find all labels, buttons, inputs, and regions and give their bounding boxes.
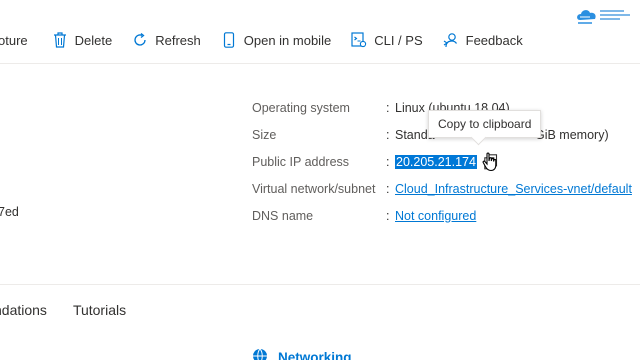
vnet-link[interactable]: Cloud_Infrastructure_Services-vnet/defau… [395, 182, 632, 196]
trash-icon [52, 32, 68, 48]
copy-tooltip: Copy to clipboard [428, 110, 542, 146]
cli-ps-label: CLI / PS [374, 32, 423, 48]
cli-icon [351, 32, 367, 48]
delete-button[interactable]: Delete [42, 24, 123, 56]
overview-tabs: ndations Tutorials [0, 302, 126, 318]
capture-label: oture [0, 32, 28, 48]
property-colon: : [386, 208, 390, 223]
feedback-button[interactable]: Feedback [433, 24, 533, 56]
toolbar-divider [0, 63, 640, 64]
property-label: Public IP address [252, 154, 350, 169]
open-in-mobile-label: Open in mobile [243, 32, 332, 48]
command-bar: oture Delete Refresh Open in mobile CLI … [0, 24, 560, 56]
mobile-icon [221, 32, 237, 48]
open-in-mobile-button[interactable]: Open in mobile [211, 24, 341, 56]
property-dns-name: DNS name : Not configured [252, 202, 632, 229]
public-ip-value[interactable]: 20.205.21.174 [395, 154, 477, 169]
refresh-button[interactable]: Refresh [122, 24, 211, 56]
resource-id-fragment: 7ed [0, 205, 19, 219]
feedback-icon [443, 32, 459, 48]
property-colon: : [386, 181, 390, 196]
property-colon: : [386, 154, 390, 169]
property-label: Virtual network/subnet [252, 181, 376, 196]
tooltip-text: Copy to clipboard [438, 117, 532, 131]
cli-ps-button[interactable]: CLI / PS [341, 24, 432, 56]
dns-configure-link[interactable]: Not configured [395, 209, 476, 223]
property-label: DNS name [252, 208, 314, 223]
refresh-label: Refresh [155, 32, 201, 48]
feedback-label: Feedback [465, 32, 523, 48]
section-divider [0, 284, 640, 285]
networking-label: Networking [278, 350, 352, 360]
tab-tutorials[interactable]: Tutorials [73, 302, 126, 318]
vm-overview-page: oture Delete Refresh Open in mobile CLI … [0, 0, 640, 360]
property-value-tail: GiB memory) [535, 127, 609, 142]
delete-label: Delete [74, 32, 113, 48]
networking-icon [252, 348, 268, 360]
brand-logo [574, 4, 634, 26]
property-label: Operating system [252, 100, 350, 115]
property-colon: : [386, 100, 390, 115]
hand-cursor-icon [482, 152, 500, 172]
networking-section-header[interactable]: Networking [252, 348, 352, 360]
refresh-icon [132, 32, 148, 48]
property-colon: : [386, 127, 390, 142]
tab-recommendations[interactable]: ndations [0, 302, 47, 318]
property-virtual-network: Virtual network/subnet : Cloud_Infrastru… [252, 175, 632, 202]
property-label: Size [252, 127, 277, 142]
capture-button[interactable]: oture [0, 24, 42, 56]
property-public-ip: Public IP address : 20.205.21.174 [252, 148, 632, 175]
